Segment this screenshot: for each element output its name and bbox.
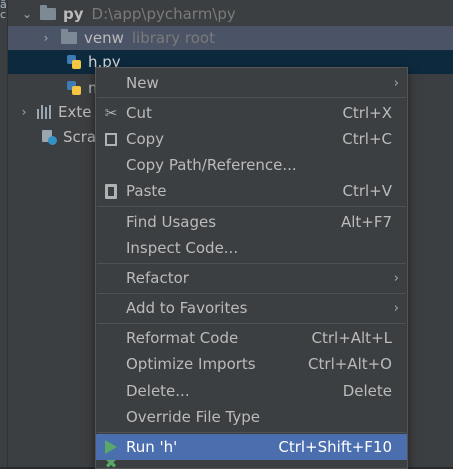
menu-item-delete[interactable]: Delete... Delete [96,378,407,404]
copy-icon [102,130,120,148]
menu-item-label: Find Usages [126,213,217,231]
menu-item-reformat-code[interactable]: Reformat Code Ctrl+Alt+L [96,325,407,351]
menu-item-optimize-imports[interactable]: Optimize Imports Ctrl+Alt+O [96,351,407,377]
tree-row-venv[interactable]: › venw library root [8,26,453,50]
menu-item-label: Add to Favorites [126,299,248,317]
folder-icon [61,29,77,44]
tool-strip-text: ã cr [0,0,7,21]
venv-folder-name: venw [84,29,124,47]
submenu-arrow-icon: › [393,75,399,91]
libraries-icon [36,105,52,119]
menu-item-inspect-code[interactable]: Inspect Code... [96,235,407,261]
menu-item-shortcut: Ctrl+Shift+F10 [278,438,392,456]
menu-separator [97,206,406,207]
menu-separator [97,293,406,294]
menu-item-find-usages[interactable]: Find Usages Alt+F7 [96,209,407,235]
python-file-icon [66,80,82,96]
scratches-icon [41,129,57,145]
menu-item-shortcut: Ctrl+C [342,130,392,148]
context-menu: New › ✂ Cut Ctrl+X Copy Ctrl+C Copy Path… [95,67,408,469]
python-file-icon [66,54,82,70]
chevron-right-icon[interactable]: › [18,105,30,119]
menu-separator [97,432,406,433]
menu-item-shortcut: Ctrl+Alt+O [308,355,392,373]
menu-item-label: Refactor [126,269,189,287]
menu-item-shortcut: Ctrl+Alt+L [311,329,393,347]
menu-separator [97,263,406,264]
menu-item-label: Reformat Code [126,329,239,347]
menu-item-paste[interactable]: Paste Ctrl+V [96,178,407,204]
menu-item-refactor[interactable]: Refactor › [96,265,407,291]
tree-row-root[interactable]: ⌄ py D:\app\pycharm\py [8,2,453,26]
menu-item-label: Override File Type [126,408,260,426]
venv-library-root-label: library root [131,29,215,47]
menu-item-cut[interactable]: ✂ Cut Ctrl+X [96,100,407,126]
menu-item-label: Copy Path/Reference... [126,156,297,174]
run-icon [102,438,120,456]
menu-item-label: Delete... [126,382,190,400]
chevron-down-icon[interactable]: ⌄ [8,7,32,21]
clipboard-icon [102,182,120,200]
menu-separator [97,323,406,324]
submenu-arrow-icon: › [393,300,399,316]
menu-item-label: Run 'h' [126,438,178,456]
menu-item-copy[interactable]: Copy Ctrl+C [96,126,407,152]
submenu-arrow-icon: › [393,270,399,286]
menu-separator [97,97,406,98]
menu-item-new[interactable]: New › [96,70,407,96]
scratches-label: Scra [63,128,97,146]
menu-item-copy-path[interactable]: Copy Path/Reference... [96,152,407,178]
root-folder-path: D:\app\pycharm\py [91,5,236,23]
menu-item-label: Optimize Imports [126,355,256,373]
chevron-right-icon[interactable]: › [40,31,52,45]
menu-item-label: Cut [126,104,152,122]
root-folder-name: py [63,5,84,23]
menu-item-add-to-favorites[interactable]: Add to Favorites › [96,295,407,321]
menu-item-label: Copy [126,130,165,148]
menu-item-shortcut: Delete [342,382,392,400]
menu-item-label: Inspect Code... [126,239,239,257]
menu-item-run[interactable]: Run 'h' Ctrl+Shift+F10 [96,434,407,460]
menu-item-override-file-type[interactable]: Override File Type [96,404,407,430]
menu-item-label: Paste [126,182,167,200]
external-libraries-label: Exte [58,103,92,121]
menu-item-label: New [126,74,159,92]
menu-item-shortcut: Alt+F7 [340,213,392,231]
menu-item-shortcut: Ctrl+V [342,182,392,200]
scissors-icon: ✂ [104,104,118,122]
menu-item-shortcut: Ctrl+X [342,104,392,122]
left-tool-strip: ã cr [0,0,8,467]
folder-icon [40,5,56,20]
